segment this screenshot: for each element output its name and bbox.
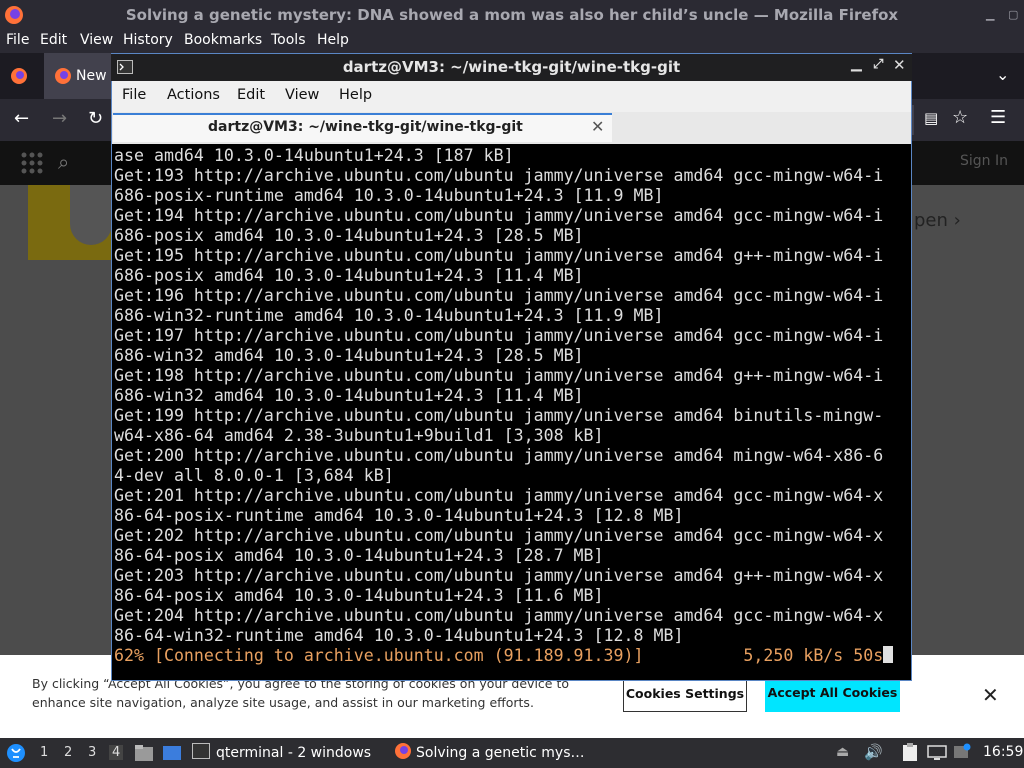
back-icon[interactable]: ← [14, 108, 29, 129]
terminal-tab-label: dartz@VM3: ~/wine-tkg-git/wine-tkg-git [208, 119, 523, 135]
taskbar-terminal-label: qterminal - 2 windows [216, 745, 372, 761]
taskbar-terminal-button[interactable]: qterminal - 2 windows [192, 742, 371, 764]
terminal-icon [192, 743, 210, 759]
terminal-line: 86-64-posix amd64 10.3.0-14ubuntu1+24.3 … [114, 586, 604, 605]
urlbar-edge [912, 105, 914, 135]
terminal-titlebar: dartz@VM3: ~/wine-tkg-git/wine-tkg-git ▁… [111, 54, 912, 81]
star-icon[interactable]: ☆ [952, 107, 968, 128]
search-icon[interactable]: ⌕ [58, 150, 69, 174]
chevron-down-icon[interactable]: ⌄ [996, 65, 1009, 84]
menu-bookmarks[interactable]: Bookmarks [184, 32, 262, 48]
close-icon[interactable]: ✕ [893, 56, 906, 74]
firefox-icon [4, 5, 24, 25]
reader-mode-icon[interactable]: ▤ [924, 109, 938, 127]
terminal-line: 686-posix amd64 10.3.0-14ubuntu1+24.3 [1… [114, 266, 584, 285]
forward-icon: → [52, 108, 68, 129]
terminal-menu-edit[interactable]: Edit [237, 87, 265, 103]
progress-text: 62% [Connecting to archive.ubuntu.com (9… [114, 646, 884, 665]
taskbar-firefox-button[interactable]: Solving a genetic mys… [394, 742, 585, 764]
tab-new[interactable]: New [44, 53, 112, 99]
menu-edit[interactable]: Edit [40, 32, 67, 48]
terminal-menu-help[interactable]: Help [339, 87, 372, 103]
terminal-menu-view[interactable]: View [285, 87, 319, 103]
taskbar-firefox-label: Solving a genetic mys… [416, 745, 585, 761]
minimize-icon[interactable]: ▁ [986, 8, 994, 21]
reload-icon[interactable]: ↻ [88, 108, 103, 129]
terminal-line: Get:197 http://archive.ubuntu.com/ubuntu… [114, 326, 884, 345]
terminal-line: Get:194 http://archive.ubuntu.com/ubuntu… [114, 206, 884, 225]
terminal-line: 4-dev all 8.0.0-1 [3,684 kB] [114, 466, 394, 485]
maximize-icon[interactable]: ▢ [1008, 8, 1018, 21]
firefox-view-icon[interactable] [10, 67, 28, 89]
firefox-icon [394, 742, 412, 767]
terminal-line: Get:201 http://archive.ubuntu.com/ubuntu… [114, 486, 884, 505]
terminal-line: 686-win32-runtime amd64 10.3.0-14ubuntu1… [114, 306, 664, 325]
menu-help[interactable]: Help [317, 32, 349, 48]
terminal-line: 686-win32 amd64 10.3.0-14ubuntu1+24.3 [1… [114, 386, 584, 405]
eject-icon[interactable]: ⏏ [836, 744, 849, 760]
terminal-menubar: File Actions Edit View Help [112, 81, 911, 112]
terminal-line: Get:198 http://archive.ubuntu.com/ubuntu… [114, 366, 884, 385]
terminal-progress-line: 62% [Connecting to archive.ubuntu.com (9… [114, 646, 908, 666]
terminal-tab[interactable]: dartz@VM3: ~/wine-tkg-git/wine-tkg-git ✕ [113, 113, 612, 142]
terminal-line: 86-64-posix amd64 10.3.0-14ubuntu1+24.3 … [114, 546, 604, 565]
terminal-line: Get:193 http://archive.ubuntu.com/ubuntu… [114, 166, 884, 185]
minimize-icon[interactable]: ▁ [851, 56, 862, 72]
menu-tools[interactable]: Tools [271, 32, 306, 48]
file-manager-icon[interactable] [134, 744, 154, 766]
terminal-cursor [883, 646, 894, 663]
lxqt-start-icon[interactable] [6, 743, 26, 767]
terminal-line: 686-posix-runtime amd64 10.3.0-14ubuntu1… [114, 186, 664, 205]
maximize-icon[interactable]: ⤢ [873, 57, 883, 72]
terminal-menu-actions[interactable]: Actions [167, 87, 220, 103]
show-desktop-icon[interactable] [162, 745, 182, 765]
terminal-output[interactable]: ase amd64 10.3.0-14ubuntu1+24.3 [187 kB]… [114, 146, 908, 676]
terminal-line: ase amd64 10.3.0-14ubuntu1+24.3 [187 kB] [114, 146, 514, 165]
close-tab-icon[interactable]: ✕ [591, 117, 604, 136]
sign-in-link[interactable]: Sign In [960, 153, 1008, 169]
terminal-menu-file[interactable]: File [122, 87, 146, 103]
terminal-line: 86-64-posix-runtime amd64 10.3.0-14ubunt… [114, 506, 684, 525]
clipboard-icon[interactable] [902, 743, 918, 766]
terminal-window-title: dartz@VM3: ~/wine-tkg-git/wine-tkg-git [342, 58, 681, 76]
terminal-line: Get:202 http://archive.ubuntu.com/ubuntu… [114, 526, 884, 545]
terminal-line: Get:199 http://archive.ubuntu.com/ubuntu… [114, 406, 884, 425]
update-notifier-icon[interactable] [953, 743, 971, 765]
terminal-line: w64-x86-64 amd64 2.38-3ubuntu1+9build1 [… [114, 426, 604, 445]
workspace-1[interactable]: 1 [40, 745, 48, 760]
ad-image [70, 185, 112, 245]
terminal-line: 86-64-win32-runtime amd64 10.3.0-14ubunt… [114, 626, 684, 645]
network-icon[interactable] [927, 745, 947, 765]
firefox-icon [54, 67, 72, 89]
workspace-2[interactable]: 2 [64, 745, 72, 760]
terminal-line: Get:203 http://archive.ubuntu.com/ubuntu… [114, 566, 884, 585]
taskbar: 1 2 3 4 qterminal - 2 windows Solving a … [0, 738, 1024, 768]
menu-view[interactable]: View [80, 32, 113, 48]
terminal-line: Get:204 http://archive.ubuntu.com/ubuntu… [114, 606, 884, 625]
apps-grid-icon[interactable] [20, 151, 44, 179]
close-icon[interactable]: ✕ [982, 683, 999, 707]
terminal-line: 686-posix amd64 10.3.0-14ubuntu1+24.3 [2… [114, 226, 584, 245]
clock[interactable]: 16:59 [983, 744, 1023, 760]
terminal-line: Get:200 http://archive.ubuntu.com/ubuntu… [114, 446, 884, 465]
firefox-window-title: Solving a genetic mystery: DNA showed a … [125, 6, 899, 24]
menu-file[interactable]: File [6, 32, 29, 48]
workspace-4[interactable]: 4 [109, 745, 124, 760]
terminal-line: Get:195 http://archive.ubuntu.com/ubuntu… [114, 246, 884, 265]
firefox-menubar: File Edit View History Bookmarks Tools H… [0, 30, 1024, 53]
workspace-3[interactable]: 3 [88, 745, 96, 760]
open-link[interactable]: pen › [914, 210, 961, 231]
menu-icon[interactable]: ☰ [990, 107, 1006, 128]
volume-icon[interactable]: 🔊 [864, 743, 883, 761]
terminal-line: 686-win32 amd64 10.3.0-14ubuntu1+24.3 [2… [114, 346, 584, 365]
terminal-line: Get:196 http://archive.ubuntu.com/ubuntu… [114, 286, 884, 305]
menu-history[interactable]: History [123, 32, 173, 48]
tab-label: New [76, 68, 107, 84]
terminal-lines: ase amd64 10.3.0-14ubuntu1+24.3 [187 kB]… [114, 146, 908, 646]
